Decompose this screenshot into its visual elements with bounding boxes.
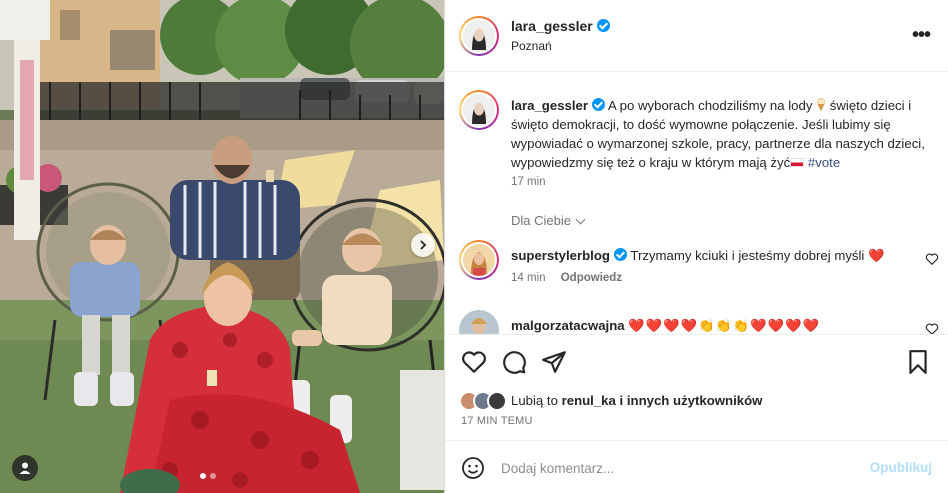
- for-you-label: Dla Ciebie: [511, 213, 571, 228]
- post-details-panel: lara_gessler Poznań ••• lara_gessler A p…: [444, 0, 948, 493]
- comment-username[interactable]: malgorzatacwajna: [511, 318, 625, 333]
- comment-text: Trzymamy kciuki i jesteśmy dobrej myśli: [630, 248, 865, 263]
- like-heart-icon[interactable]: [461, 349, 487, 375]
- comment-item: malgorzatacwajna ❤️❤️❤️❤️👏👏👏❤️❤️❤️❤️: [459, 310, 939, 334]
- caption-avatar[interactable]: [459, 90, 499, 130]
- author-username-row[interactable]: lara_gessler: [511, 18, 610, 34]
- share-send-icon[interactable]: [541, 349, 567, 375]
- reply-button[interactable]: Odpowiedz: [561, 272, 622, 284]
- carousel-dot: [210, 473, 216, 479]
- author-avatar[interactable]: [459, 16, 499, 56]
- like-comment-heart-icon[interactable]: [925, 252, 939, 266]
- avatar-photo: [463, 244, 495, 276]
- add-comment-bar: Opublikuj: [445, 440, 948, 493]
- publish-button[interactable]: Opublikuj: [870, 460, 932, 475]
- photo-scene: [0, 0, 444, 493]
- likes-others[interactable]: i innych użytkowników: [620, 393, 763, 408]
- author-username[interactable]: lara_gessler: [511, 18, 593, 34]
- caption-username[interactable]: lara_gessler: [511, 98, 588, 113]
- commenter-avatar[interactable]: [459, 240, 499, 280]
- comment-body: superstylerblog Trzymamy kciuki i jesteś…: [511, 246, 911, 265]
- verified-badge-icon: [592, 98, 605, 111]
- comment-emoji: ❤️: [868, 248, 886, 263]
- like-comment-heart-icon[interactable]: [925, 322, 939, 334]
- next-photo-button[interactable]: [411, 233, 435, 257]
- avatar-photo: [463, 94, 495, 126]
- comment-meta: 14 min Odpowiedz: [511, 272, 622, 284]
- for-you-toggle[interactable]: Dla Ciebie: [511, 213, 586, 228]
- liker-avatars: [459, 391, 507, 411]
- avatar-photo: [463, 20, 495, 52]
- hashtag-link[interactable]: #vote: [808, 155, 840, 170]
- comment-username[interactable]: superstylerblog: [511, 248, 610, 263]
- person-icon: [19, 462, 31, 474]
- carousel-dot-active: [200, 473, 206, 479]
- instagram-post-dialog: lara_gessler Poznań ••• lara_gessler A p…: [0, 0, 948, 493]
- tagged-users-button[interactable]: [12, 455, 38, 481]
- comment-time: 14 min: [511, 272, 546, 284]
- post-header: lara_gessler Poznań •••: [445, 0, 948, 72]
- comment-text: ❤️❤️❤️❤️👏👏👏❤️❤️❤️❤️: [628, 318, 820, 333]
- commenter-avatar[interactable]: [459, 310, 499, 334]
- caption-body-start: A po wyborach chodziliśmy na lody: [607, 98, 813, 113]
- post-actions: [445, 334, 948, 386]
- emoji-picker-icon[interactable]: [461, 456, 485, 480]
- post-timestamp: 17 MIN TEMU: [461, 415, 533, 427]
- caption-text: lara_gessler A po wyborach chodziliśmy n…: [511, 96, 937, 172]
- verified-badge-icon: [596, 19, 610, 32]
- poland-flag-icon: [790, 158, 805, 167]
- save-bookmark-icon[interactable]: [905, 349, 931, 375]
- ice-cream-emoji-icon: [817, 98, 826, 112]
- comment-body: malgorzatacwajna ❤️❤️❤️❤️👏👏👏❤️❤️❤️❤️: [511, 316, 911, 334]
- post-photo[interactable]: [0, 0, 444, 493]
- verified-badge-icon: [613, 248, 627, 261]
- comment-input[interactable]: [501, 457, 841, 479]
- likes-prefix: Lubią to: [511, 393, 558, 408]
- more-options-button[interactable]: •••: [912, 24, 931, 47]
- chevron-right-icon: [420, 240, 427, 250]
- caption-time: 17 min: [511, 176, 546, 188]
- liker-avatar: [487, 391, 507, 411]
- liker-username[interactable]: renul_ka: [562, 393, 616, 408]
- carousel-indicator: [200, 473, 216, 479]
- likes-text: Lubią to renul_ka i innych użytkowników: [511, 393, 762, 408]
- chevron-down-icon: [575, 214, 586, 225]
- comment-bubble-icon[interactable]: [501, 349, 527, 375]
- post-location[interactable]: Poznań: [511, 39, 552, 53]
- avatar-photo: [459, 310, 499, 334]
